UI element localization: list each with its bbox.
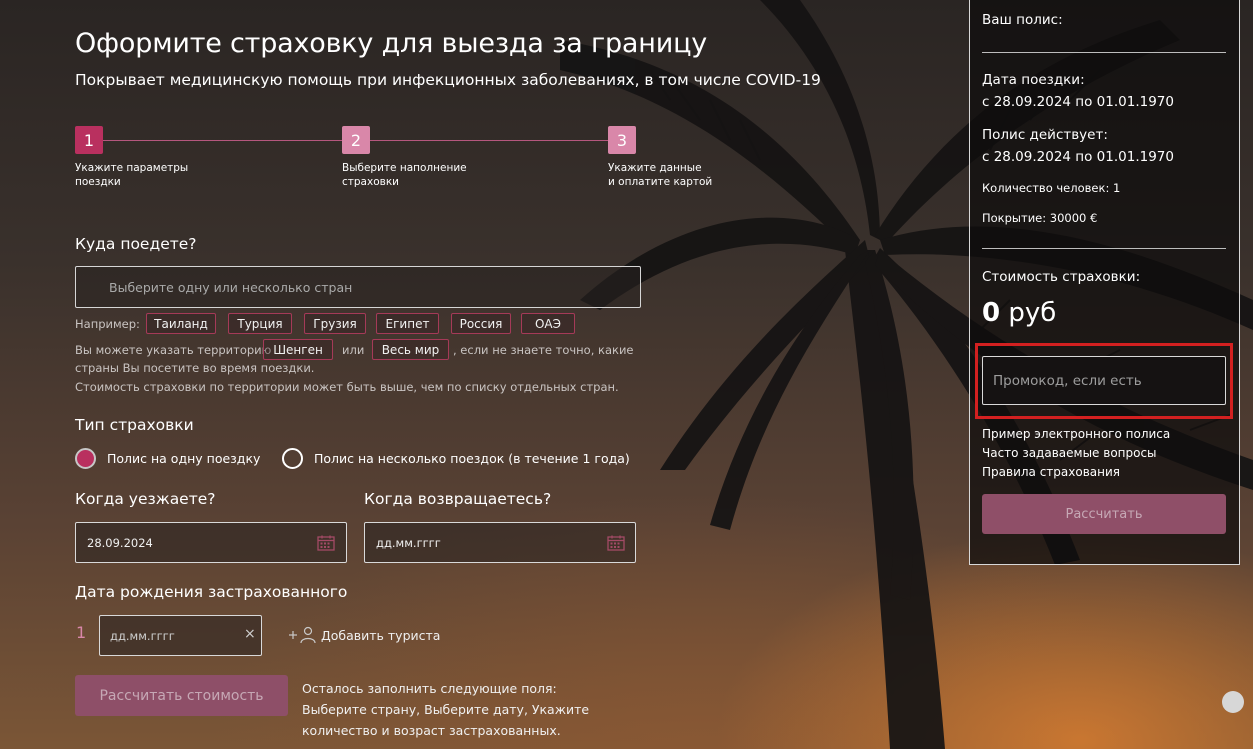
valid-value: с 28.09.2024 по 01.01.1970 [982, 149, 1174, 165]
examples-label: Например: [75, 317, 140, 331]
calculate-button[interactable]: Рассчитать [982, 494, 1226, 534]
step-2-label: Выберите наполнение страховки [342, 161, 467, 189]
calendar-icon[interactable] [317, 535, 335, 551]
chip-uae[interactable]: ОАЭ [521, 313, 575, 334]
step-2-label-line1: Выберите наполнение [342, 162, 467, 174]
destination-heading: Куда поедете? [75, 235, 197, 253]
radio-multi-trip[interactable] [282, 448, 303, 469]
step-3-number[interactable]: 3 [608, 126, 636, 154]
cost-label: Стоимость страховки: [982, 269, 1141, 285]
step-1-label-line2: поездки [75, 176, 121, 188]
summary-divider [982, 52, 1226, 53]
step-2-number[interactable]: 2 [342, 126, 370, 154]
remaining-fields-notice: Осталось заполнить следующие поля: Выбер… [302, 678, 589, 741]
add-tourist-label: Добавить туриста [321, 627, 441, 643]
price-amount: 0 [982, 298, 1001, 328]
summary-divider [982, 248, 1226, 249]
stepper-line [370, 140, 608, 141]
chip-russia[interactable]: Россия [451, 313, 511, 334]
return-date-placeholder: дд.мм.гггг [376, 536, 441, 550]
chip-schengen[interactable]: Шенген [263, 339, 333, 360]
add-person-icon [289, 626, 316, 644]
birth-heading: Дата рождения застрахованного [75, 583, 348, 601]
remaining-line2: Выберите страну, Выберите дату, Укажите [302, 702, 590, 717]
calculate-cost-button[interactable]: Рассчитать стоимость [75, 675, 288, 716]
remaining-line1: Осталось заполнить следующие поля: [302, 681, 557, 696]
radio-multi-trip-label[interactable]: Полис на несколько поездок (в течение 1 … [314, 451, 630, 466]
add-tourist-button[interactable]: Добавить туриста [288, 626, 440, 644]
depart-heading: Когда уезжаете? [75, 490, 216, 508]
return-heading: Когда возвращаетесь? [364, 490, 552, 508]
faq-link[interactable]: Часто задаваемые вопросы [982, 446, 1157, 460]
birth-date-placeholder: дд.мм.гггг [110, 629, 175, 643]
chip-turkey[interactable]: Турция [228, 313, 292, 334]
territory-line3: Стоимость страховки по территории может … [75, 380, 619, 394]
birth-date-field[interactable]: дд.мм.гггг × [99, 615, 262, 656]
clear-icon[interactable]: × [244, 626, 256, 642]
step-1-label-line1: Укажите параметры [75, 162, 189, 174]
price-display: 0 руб [982, 298, 1056, 328]
stepper-line [103, 140, 342, 141]
price-currency: руб [1008, 298, 1057, 328]
radio-single-trip[interactable] [75, 448, 96, 469]
step-1-number[interactable]: 1 [75, 126, 103, 154]
calendar-icon[interactable] [607, 535, 625, 551]
page-title: Оформите страховку для выезда за границу [75, 28, 708, 59]
return-date-field[interactable]: дд.мм.гггг [364, 522, 636, 563]
territory-prefix: Вы можете указать территорию [75, 343, 272, 357]
tourist-index: 1 [76, 623, 87, 642]
territory-or: или [342, 343, 365, 357]
chip-georgia[interactable]: Грузия [304, 313, 366, 334]
people-count: Количество человек: 1 [982, 181, 1121, 195]
step-1-label: Укажите параметры поездки [75, 161, 188, 189]
territory-suffix: , если не знаете точно, какие [453, 343, 634, 357]
sample-policy-link[interactable]: Пример электронного полиса [982, 427, 1170, 441]
chip-whole-world[interactable]: Весь мир [372, 339, 449, 360]
chip-thailand[interactable]: Таиланд [146, 313, 216, 334]
trip-date-value: с 28.09.2024 по 01.01.1970 [982, 94, 1174, 110]
depart-date-value: 28.09.2024 [87, 536, 153, 550]
radio-single-trip-label[interactable]: Полис на одну поездку [107, 451, 260, 466]
rules-link[interactable]: Правила страхования [982, 465, 1120, 479]
step-3-label-line2: и оплатите картой [608, 176, 713, 188]
remaining-line3: количество и возраст застрахованных. [302, 723, 561, 738]
depart-date-field[interactable]: 28.09.2024 [75, 522, 347, 563]
policy-label: Ваш полис: [982, 12, 1063, 28]
insurance-type-heading: Тип страховки [75, 416, 194, 434]
coverage-amount: Покрытие: 30000 € [982, 211, 1098, 225]
chip-egypt[interactable]: Египет [376, 313, 439, 334]
promo-code-input[interactable] [982, 356, 1226, 405]
country-search-input[interactable] [75, 266, 641, 308]
step-3-label: Укажите данные и оплатите картой [608, 161, 712, 189]
valid-label: Полис действует: [982, 127, 1108, 143]
territory-line2: страны Вы посетите во время поездки. [75, 361, 315, 375]
trip-date-label: Дата поездки: [982, 72, 1085, 88]
page-subtitle: Покрывает медицинскую помощь при инфекци… [75, 71, 821, 89]
chat-widget-icon[interactable] [1222, 691, 1244, 713]
step-3-label-line1: Укажите данные [608, 162, 702, 174]
step-2-label-line2: страховки [342, 176, 399, 188]
